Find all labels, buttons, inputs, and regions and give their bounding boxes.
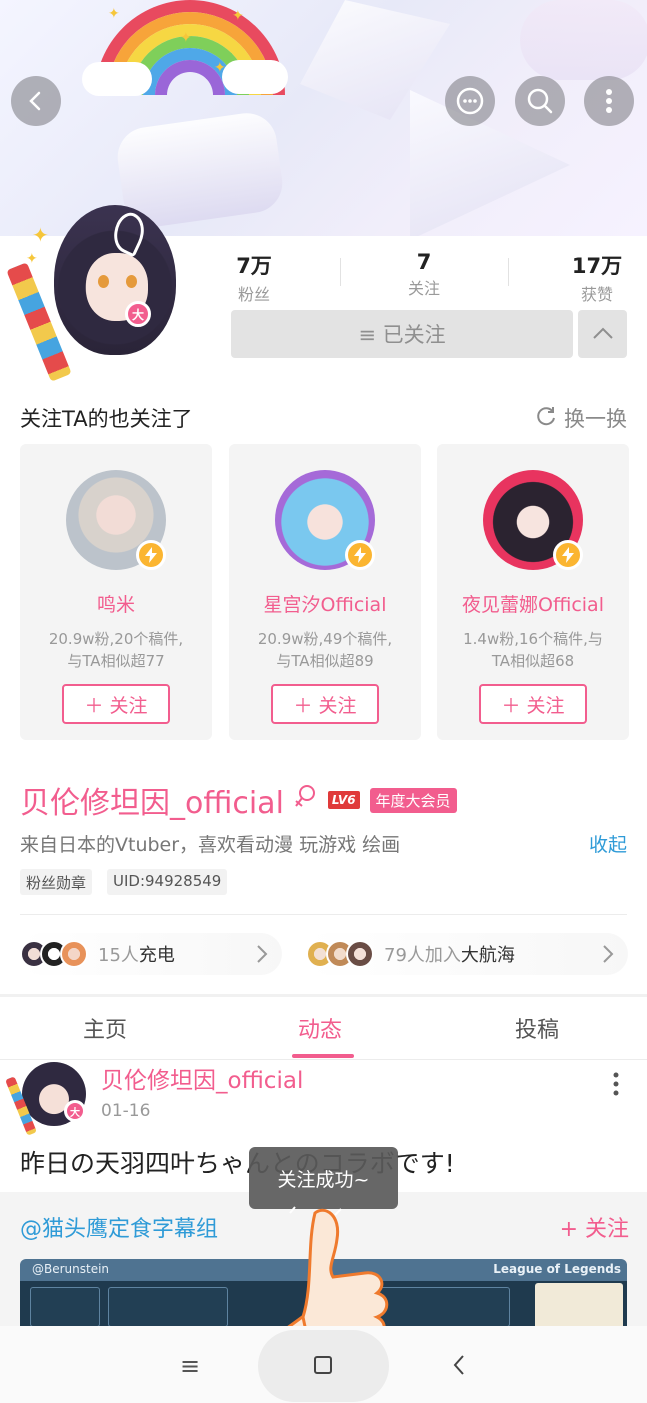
charge-text: 15人充电 [98, 945, 175, 966]
recommend-title: 关注TA的也关注了 [20, 407, 193, 431]
tab-dynamics[interactable]: 动态 [298, 1012, 342, 1044]
follow-label: 关注 [526, 694, 565, 717]
bolt-icon [345, 540, 375, 570]
message-button[interactable] [445, 76, 495, 126]
uid-tag[interactable]: UID:94928549 [107, 869, 228, 895]
collapse-link[interactable]: 收起 [589, 830, 627, 857]
stat-following-label: 关注 [407, 279, 440, 298]
more-vertical-icon [613, 1072, 619, 1100]
stat-fans-label: 粉丝 [237, 285, 270, 304]
menu-nav-icon[interactable]: ≡ [180, 1352, 200, 1380]
refresh-label: 换一换 [564, 407, 627, 431]
tab-home[interactable]: 主页 [83, 1012, 127, 1044]
recommend-name[interactable]: 鸣米 [20, 590, 212, 617]
fan-medal-tag[interactable]: 粉丝勋章 [20, 869, 93, 895]
search-button[interactable] [515, 76, 565, 126]
embed-left-caption: @Berunstein [32, 1262, 110, 1276]
back-nav-icon[interactable] [452, 1354, 466, 1380]
level-badge: LV6 [327, 791, 360, 809]
back-arrow-icon [25, 90, 47, 112]
profile-bio: 来自日本的Vtuber，喜欢看动漫 玩游戏 绘画 [20, 834, 401, 856]
toast-message: 关注成功~ [249, 1147, 398, 1209]
more-button[interactable] [584, 76, 634, 126]
stat-fans[interactable]: 7万 粉丝 [209, 250, 299, 305]
recommend-card[interactable]: 鸣米 20.9w粉,20个稿件, 与TA相似超77 ＋关注 [20, 444, 212, 740]
chevron-right-icon [602, 944, 614, 968]
more-vertical-icon [604, 87, 614, 115]
divider [20, 914, 627, 915]
post-date: 01-16 [101, 1101, 151, 1121]
recommend-card[interactable]: 星宫汐Official 20.9w粉,49个稿件, 与TA相似超89 ＋关注 [229, 444, 421, 740]
search-icon [525, 86, 555, 116]
chevron-right-icon [256, 944, 268, 968]
post-author-name[interactable]: 贝伦修坦因_official [101, 1061, 303, 1095]
post-more-button[interactable] [613, 1072, 619, 1100]
avatar-badge: 大 [125, 301, 151, 327]
chat-bubble-icon [455, 86, 485, 116]
chevron-up-icon [592, 325, 614, 344]
gender-female-icon [294, 783, 318, 818]
stat-divider [508, 258, 509, 286]
stat-likes: 17万 获赞 [552, 250, 642, 305]
profile-tabs: 主页 动态 投稿 [0, 998, 647, 1060]
vip-badge[interactable]: 年度大会员 [369, 787, 457, 813]
charge-entry[interactable]: 15人充电 [20, 933, 282, 975]
square-nav-icon[interactable] [314, 1356, 332, 1374]
follow-label: 关注 [109, 694, 148, 717]
recommend-follow-button[interactable]: ＋关注 [62, 684, 170, 724]
post-author-badge: 大 [64, 1100, 86, 1122]
stat-likes-count: 17万 [571, 254, 623, 278]
recommend-desc: 1.4w粉,16个稿件,与 TA相似超68 [463, 630, 603, 670]
recommend-follow-button[interactable]: ＋关注 [479, 684, 587, 724]
embed-right-caption: League of Legends [493, 1262, 621, 1276]
recommend-desc: 20.9w粉,49个稿件, 与TA相似超89 [257, 630, 393, 670]
plus-icon: ＋ [501, 694, 521, 717]
plus-icon: ＋ [84, 694, 104, 717]
recommend-name[interactable]: 星宫汐Official [229, 590, 421, 617]
fleet-text: 79人加入大航海 [384, 945, 515, 966]
profile-name: 贝伦修坦因_official [20, 786, 284, 821]
user-avatar[interactable]: ✦ ✦ [26, 205, 176, 357]
tab-indicator [292, 1054, 354, 1058]
plus-icon: ＋ [293, 694, 313, 717]
followed-button[interactable]: ≡ 已关注 [231, 310, 573, 358]
recommend-desc: 20.9w粉,20个稿件, 与TA相似超77 [48, 630, 184, 670]
tab-uploads[interactable]: 投稿 [515, 1012, 559, 1044]
stat-fans-count: 7万 [236, 254, 272, 278]
shared-user-link[interactable]: @猫头鹰定食字幕组 [20, 1211, 218, 1243]
refresh-icon [534, 404, 558, 433]
stat-likes-label: 获赞 [580, 285, 613, 304]
collapse-recommend-button[interactable] [578, 310, 627, 358]
recommend-card[interactable]: 夜见蕾娜Official 1.4w粉,16个稿件,与 TA相似超68 ＋关注 [437, 444, 629, 740]
fleet-entry[interactable]: 79人加入大航海 [306, 933, 628, 975]
stat-following-count: 7 [416, 250, 432, 274]
section-separator [0, 994, 647, 997]
recommend-name[interactable]: 夜见蕾娜Official [437, 590, 629, 617]
post-author-avatar[interactable]: 大 [5, 1062, 86, 1136]
stat-divider [340, 258, 341, 286]
bolt-icon [136, 540, 166, 570]
bolt-icon [553, 540, 583, 570]
recommend-follow-button[interactable]: ＋关注 [271, 684, 379, 724]
stat-following[interactable]: 7 关注 [379, 250, 469, 299]
profile-name-row: 贝伦修坦因_official LV6 年度大会员 [20, 778, 457, 822]
follow-label: 关注 [318, 694, 357, 717]
refresh-button[interactable]: 换一换 [534, 403, 627, 433]
fleet-member-avatar [346, 940, 374, 968]
supporter-avatar [60, 940, 88, 968]
back-button[interactable] [11, 76, 61, 126]
shared-follow-button[interactable]: + 关注 [560, 1211, 629, 1243]
